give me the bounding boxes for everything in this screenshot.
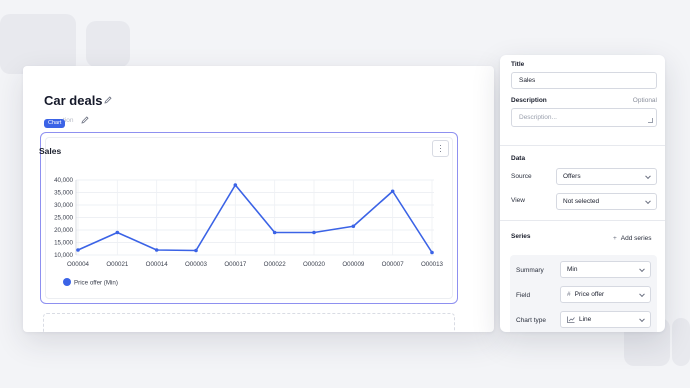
- x-tick-label: O00022: [264, 261, 287, 268]
- line-chart-icon: [567, 316, 575, 323]
- background-tile: [672, 318, 690, 366]
- chevron-down-icon: [639, 315, 645, 322]
- data-point: [312, 230, 316, 235]
- legend-swatch: [63, 278, 71, 286]
- title-input[interactable]: Sales: [511, 72, 657, 89]
- x-tick-label: O00009: [342, 261, 365, 268]
- series-section-header: Series: [511, 233, 531, 240]
- description-label: Description: [511, 97, 547, 104]
- x-tick-label: O00003: [185, 261, 208, 268]
- data-point: [76, 248, 80, 252]
- y-tick-label: 30,000: [54, 202, 73, 209]
- description-placeholder: Description...: [519, 114, 557, 121]
- data-point: [233, 183, 238, 187]
- series-config: Summary Min Field # Price offer Chart ty…: [510, 255, 657, 332]
- view-value: Not selected: [563, 198, 600, 205]
- background-tile: [86, 21, 130, 67]
- field-select[interactable]: # Price offer: [560, 286, 651, 303]
- title-label: Title: [511, 61, 525, 68]
- hash-icon: #: [567, 291, 571, 298]
- y-tick-label: 15,000: [54, 240, 73, 247]
- divider: [500, 220, 665, 221]
- field-value: Price offer: [574, 291, 605, 298]
- legend-label: Price offer (Min): [74, 280, 118, 287]
- data-point: [272, 230, 277, 235]
- data-point: [430, 250, 434, 255]
- summary-value: Min: [567, 266, 578, 273]
- dashboard-canvas: Car deals tion Chart Sales 10,000 15,000 2…: [23, 66, 494, 332]
- view-label: View: [511, 197, 525, 204]
- y-tick-label: 20,000: [54, 227, 73, 234]
- background-tile: [0, 14, 76, 74]
- data-point: [351, 224, 356, 229]
- y-tick-label: 10,000: [54, 252, 73, 259]
- summary-select[interactable]: Min: [560, 261, 651, 278]
- x-tick-label: O00007: [382, 261, 405, 268]
- field-label: Field: [516, 292, 531, 299]
- source-value: Offers: [563, 173, 581, 180]
- properties-panel: Title Sales Description Optional Descrip…: [500, 55, 665, 332]
- line-chart: 10,000 15,000 20,000 25,000 30,000 35,000 40,0…: [54, 177, 444, 287]
- add-series-label: Add series: [620, 235, 652, 242]
- chevron-down-icon: [645, 197, 651, 204]
- chevron-down-icon: [639, 290, 645, 297]
- source-label: Source: [511, 173, 532, 180]
- x-tick-label: O00014: [146, 261, 169, 268]
- data-point: [194, 248, 198, 253]
- x-tick-label: O00021: [106, 261, 129, 268]
- chart-type-label: Chart type: [516, 317, 546, 324]
- empty-widget-placeholder[interactable]: [43, 313, 455, 332]
- data-point: [115, 230, 120, 235]
- data-section-header: Data: [511, 155, 526, 162]
- chart-type-select[interactable]: Line: [560, 311, 651, 328]
- y-tick-label: 40,000: [54, 177, 73, 184]
- x-tick-label: O00017: [224, 261, 247, 268]
- summary-label: Summary: [516, 267, 544, 274]
- data-point: [390, 189, 395, 194]
- view-select[interactable]: Not selected: [556, 193, 657, 210]
- divider: [500, 145, 665, 146]
- description-textarea[interactable]: Description...: [511, 108, 657, 127]
- chevron-down-icon: [639, 265, 645, 272]
- y-tick-label: 35,000: [54, 190, 73, 197]
- optional-hint: Optional: [632, 97, 657, 104]
- plus-icon: +: [613, 235, 617, 242]
- chart-type-value: Line: [579, 316, 592, 323]
- x-tick-label: O00004: [67, 261, 90, 268]
- chevron-down-icon: [645, 172, 651, 179]
- resize-handle-icon[interactable]: [648, 118, 653, 123]
- add-series-button[interactable]: + Add series: [613, 235, 652, 242]
- x-tick-label: O00013: [421, 261, 444, 268]
- source-select[interactable]: Offers: [556, 168, 657, 185]
- data-point: [154, 248, 159, 252]
- x-tick-label: O00020: [303, 261, 326, 268]
- y-tick-label: 25,000: [54, 215, 73, 222]
